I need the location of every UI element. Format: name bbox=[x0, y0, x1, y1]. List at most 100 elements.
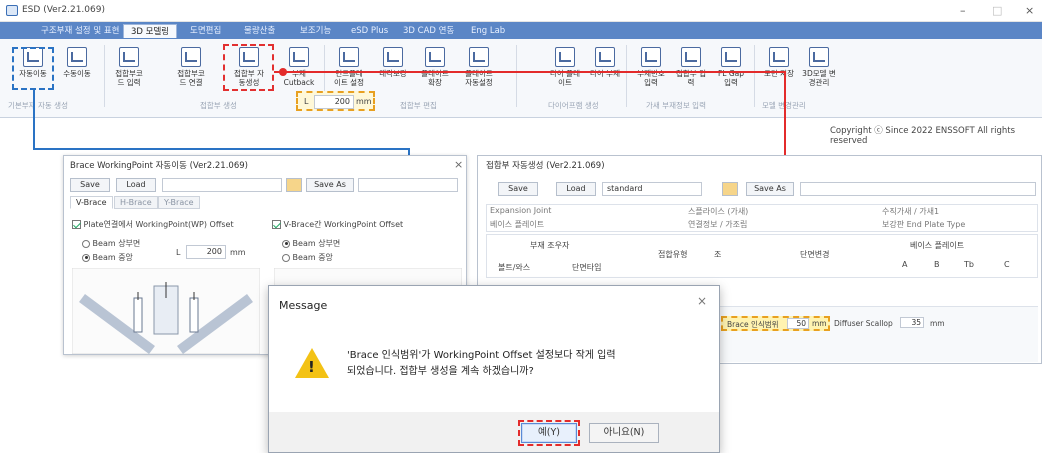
scallop-label: Diffuser Scallop bbox=[834, 319, 893, 328]
die-icon bbox=[595, 47, 615, 67]
tab-structure[interactable]: 구조부재 설정 및 표현 bbox=[34, 24, 127, 38]
save-icon bbox=[769, 47, 789, 67]
model-icon bbox=[809, 47, 829, 67]
model-change-button[interactable]: 3D모델 변경관리 bbox=[802, 47, 836, 95]
column-header: 조 bbox=[714, 250, 722, 259]
diagonal-icon bbox=[383, 47, 403, 67]
close-icon[interactable]: × bbox=[1025, 4, 1034, 17]
load-button[interactable]: Load bbox=[116, 178, 156, 192]
left-offset-input[interactable]: 200 bbox=[186, 245, 226, 259]
tab-3d-cad[interactable]: 3D CAD 연동 bbox=[396, 24, 461, 38]
plate-icon bbox=[469, 47, 489, 67]
column-header: 부재 조우자 bbox=[530, 241, 570, 250]
brace-icon bbox=[67, 47, 87, 67]
yes-button[interactable]: 예(Y) bbox=[521, 423, 577, 443]
column-header: 단면변경 bbox=[800, 250, 830, 259]
table-icon bbox=[641, 47, 661, 67]
title-bar: ESD (Ver2.21.069) – □ × bbox=[0, 0, 1042, 22]
message-dialog: Message × ! 'Brace 인식범위'가 WorkingPoint O… bbox=[268, 285, 720, 453]
window-title: ESD (Ver2.21.069) bbox=[22, 5, 105, 15]
radio-label: Beam 중앙 bbox=[92, 253, 133, 262]
message-title: Message bbox=[279, 299, 328, 312]
ribbon: 자동이동 수동이동 접합부코드 입력 접합부코드 연결 접합부 자동생성 부재 … bbox=[0, 39, 1042, 118]
joint-auto-highlight bbox=[223, 44, 274, 91]
vbrace-offset-label: V-Brace간 WorkingPoint Offset bbox=[283, 220, 404, 229]
joint-icon bbox=[119, 47, 139, 67]
tab-esd-plus[interactable]: eSD Plus bbox=[344, 24, 395, 38]
save-as-button[interactable]: Save As bbox=[306, 178, 354, 192]
vbrace-offset-checkbox[interactable] bbox=[272, 220, 281, 229]
column-header: 베이스 플레이트 bbox=[910, 241, 965, 250]
auto-move-highlight bbox=[12, 47, 54, 90]
file-name-field[interactable] bbox=[800, 182, 1036, 196]
message-line: 'Brace 인식범위'가 WorkingPoint Offset 설정보다 작… bbox=[347, 350, 616, 361]
beam-center-radio[interactable] bbox=[82, 253, 90, 262]
brace-range-label: Brace 인식범위 bbox=[727, 320, 779, 329]
maximize-icon[interactable]: □ bbox=[992, 4, 1002, 17]
group-label: 다이어프램 생성 bbox=[548, 101, 599, 110]
die-icon bbox=[555, 47, 575, 67]
group-label: 접합부 편집 bbox=[400, 101, 437, 110]
tab-h-brace[interactable]: H-Brace bbox=[114, 196, 158, 209]
save-button[interactable]: Save bbox=[70, 178, 110, 192]
column-header: 접합유형 bbox=[658, 250, 688, 259]
radio-label: Beam 상부면 bbox=[292, 239, 341, 248]
file-name-field[interactable] bbox=[358, 178, 458, 192]
save-button[interactable]: Save bbox=[498, 182, 538, 196]
tab-eng-lab[interactable]: Eng Lab bbox=[464, 24, 512, 38]
save-as-button[interactable]: Save As bbox=[746, 182, 794, 196]
joint-code-link-button[interactable]: 접합부코드 연결 bbox=[174, 47, 208, 95]
cutback-icon bbox=[289, 47, 309, 67]
plate-offset-checkbox[interactable] bbox=[72, 220, 81, 229]
dialog-title: Brace WorkingPoint 자동이동 (Ver2.21.069) bbox=[70, 161, 248, 171]
v-brace-diagram bbox=[72, 268, 260, 354]
blue-connector bbox=[33, 90, 35, 150]
message-text: 'Brace 인식범위'가 WorkingPoint Offset 설정보다 작… bbox=[347, 348, 707, 380]
grid-icon bbox=[339, 47, 359, 67]
tab-quantity[interactable]: 물량산출 bbox=[237, 24, 282, 38]
scallop-input[interactable]: 35 bbox=[900, 317, 924, 328]
radio-label: Beam 중앙 bbox=[292, 253, 333, 262]
close-icon[interactable]: × bbox=[697, 294, 707, 308]
vbrace-offset-highlight: L 200 mm bbox=[296, 91, 375, 111]
folder-icon[interactable] bbox=[722, 182, 738, 196]
unit-label: mm bbox=[812, 319, 827, 328]
beam-center-radio[interactable] bbox=[282, 253, 290, 262]
folder-icon[interactable] bbox=[286, 178, 302, 192]
preset-select[interactable] bbox=[162, 178, 282, 192]
warning-mark: ! bbox=[308, 358, 315, 376]
tab-y-brace[interactable]: Y-Brace bbox=[158, 196, 200, 209]
plate-icon bbox=[425, 47, 445, 67]
tab-drawing[interactable]: 도면편집 bbox=[183, 24, 228, 38]
column-header: 볼트/와스 bbox=[498, 263, 531, 272]
joint-icon bbox=[181, 47, 201, 67]
right-offset-input[interactable]: 200 bbox=[314, 95, 354, 109]
manual-move-button[interactable]: 수동이동 bbox=[60, 47, 94, 95]
load-button[interactable]: Load bbox=[556, 182, 596, 196]
column-header: B bbox=[934, 260, 940, 269]
minimize-icon[interactable]: – bbox=[960, 4, 966, 17]
l-label: L bbox=[176, 248, 181, 257]
column-header: C bbox=[1004, 260, 1010, 269]
preset-select[interactable]: standard bbox=[602, 182, 702, 196]
tab-3d-modeling[interactable]: 3D 모델링 bbox=[123, 24, 178, 38]
brace-range-highlight: Brace 인식범위 50 mm bbox=[721, 316, 830, 331]
tab-aux[interactable]: 보조기능 bbox=[293, 24, 338, 38]
beam-top-radio[interactable] bbox=[82, 239, 90, 248]
copyright-text: Copyright ⓒ Since 2022 ENSSOFT All right… bbox=[830, 126, 1016, 146]
brace-range-input[interactable]: 50 bbox=[787, 318, 809, 329]
group-label: 가새 부재정보 입력 bbox=[646, 101, 706, 110]
plate-offset-label: Plate연결에서 WorkingPoint(WP) Offset bbox=[83, 220, 234, 229]
red-connector bbox=[274, 71, 786, 73]
ribbon-tabs: 구조부재 설정 및 표현 3D 모델링 도면편집 물량산출 보조기능 eSD P… bbox=[0, 22, 1042, 39]
group-label: 기본부재 자동 생성 bbox=[8, 101, 68, 110]
joint-code-input-button[interactable]: 접합부코드 입력 bbox=[112, 47, 146, 95]
column-header: A bbox=[902, 260, 908, 269]
unit-label: mm bbox=[356, 97, 372, 106]
app-icon bbox=[6, 5, 18, 16]
column-header: 단면타입 bbox=[572, 263, 602, 272]
no-button[interactable]: 아니요(N) bbox=[589, 423, 659, 443]
beam-top-radio[interactable] bbox=[282, 239, 290, 248]
close-icon[interactable]: × bbox=[454, 158, 463, 171]
tab-v-brace[interactable]: V-Brace bbox=[70, 196, 113, 209]
